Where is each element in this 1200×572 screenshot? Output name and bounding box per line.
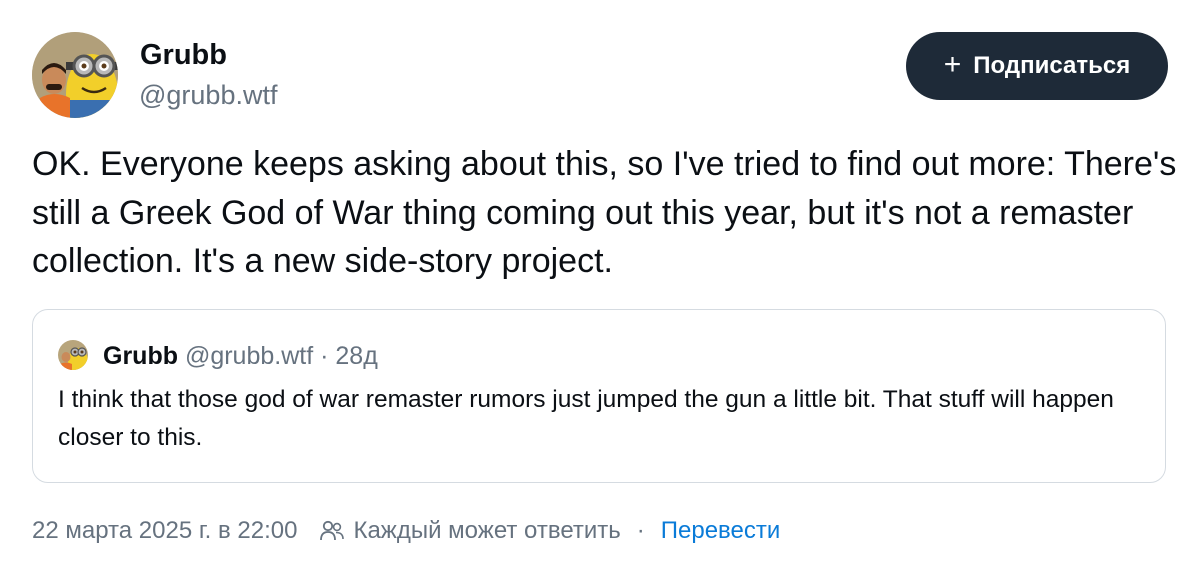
quote-separator: ·: [320, 342, 329, 370]
quoted-post[interactable]: Grubb @grubb.wtf · 28д I think that thos…: [32, 309, 1166, 483]
author-avatar[interactable]: [32, 32, 118, 118]
post-card: Grubb @grubb.wtf + Подписаться OK. Every…: [0, 0, 1200, 572]
author-name[interactable]: Grubb: [140, 38, 227, 72]
follow-button[interactable]: + Подписаться: [906, 32, 1168, 100]
plus-icon: +: [943, 48, 962, 81]
quote-date[interactable]: 28д: [335, 342, 377, 370]
translate-link[interactable]: Перевести: [661, 515, 781, 547]
minion-avatar-icon: [32, 32, 118, 118]
quote-author-avatar: [58, 340, 88, 370]
post-text: OK. Everyone keeps asking about this, so…: [32, 145, 1177, 280]
people-icon: [320, 520, 345, 541]
footer-separator: ·: [636, 517, 645, 544]
post-timestamp[interactable]: 22 марта 2025 г. в 22:00: [32, 515, 297, 547]
author-handle[interactable]: @grubb.wtf: [139, 79, 277, 111]
post-footer: 22 марта 2025 г. в 22:00 Каждый может от…: [32, 515, 780, 547]
quote-author-handle[interactable]: @grubb.wtf: [185, 342, 313, 370]
quote-author-name[interactable]: Grubb: [103, 342, 178, 370]
minion-avatar-icon: [58, 340, 88, 370]
reply-setting: Каждый может ответить: [353, 517, 621, 544]
follow-button-label: Подписаться: [973, 52, 1131, 79]
quote-header: Grubb @grubb.wtf · 28д: [103, 341, 378, 371]
quote-text: I think that those god of war remaster r…: [58, 386, 1114, 451]
